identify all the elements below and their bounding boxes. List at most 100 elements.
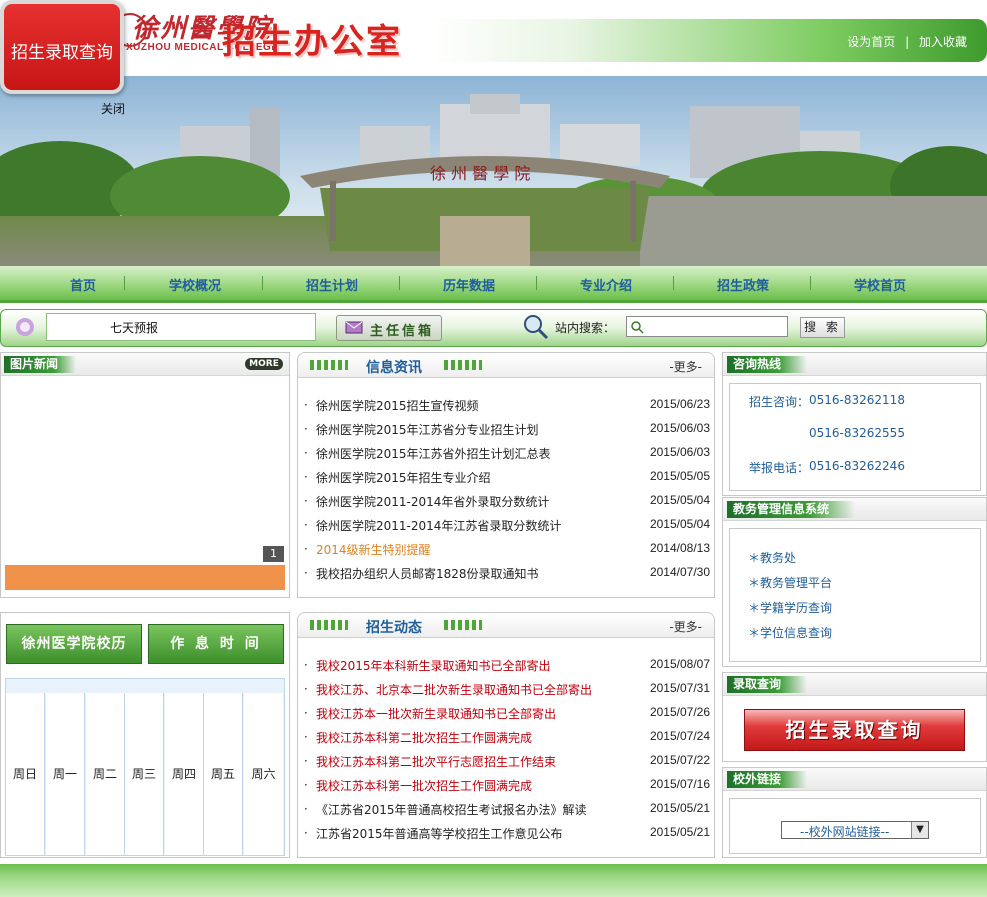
news-row[interactable]: · 我校2015年本科新生录取通知书已全部寄出 2015/08/07 (304, 652, 710, 676)
news-title[interactable]: 江苏省2015年普通高等学校招生工作意见公布 (316, 825, 563, 842)
calendar-weekday: 周五 (210, 767, 235, 781)
news-row[interactable]: · 我校江苏本一批次新生录取通知书已全部寄出 2015/07/26 (304, 700, 710, 724)
top-link-separator: | (905, 35, 910, 49)
floating-ad-close[interactable]: 关闭 (101, 100, 125, 117)
news-row[interactable]: · 《江苏省2015年普通高校招生考试报名办法》解读 2015/05/21 (304, 796, 710, 820)
news-title[interactable]: 2014级新生特别提醒 (316, 541, 431, 558)
admission-query-title: 录取查询 (727, 676, 808, 693)
news-title[interactable]: 徐州医学院2015招生宣传视频 (316, 397, 479, 414)
external-links-header: 校外链接 (723, 768, 986, 791)
report-label: 举报电话： (749, 461, 810, 475)
nav-separator (399, 276, 400, 290)
nav-separator (262, 276, 263, 290)
news-title[interactable]: 我校江苏本科第二批次招生工作圆满完成 (316, 729, 532, 746)
consult-phone: 0516-83262118 (809, 393, 905, 407)
news-title[interactable]: 我校江苏本科第二批次平行志愿招生工作结束 (316, 753, 556, 770)
news-title[interactable]: 我校2015年本科新生录取通知书已全部寄出 (316, 657, 551, 674)
nav-home[interactable]: 首页 (33, 275, 133, 294)
nav-school-overview[interactable]: 学校概况 (145, 275, 245, 294)
nav-majors[interactable]: 专业介绍 (556, 275, 656, 294)
floating-admission-query-ad[interactable]: 招生录取查询 (0, 0, 124, 94)
news-title[interactable]: 徐州医学院2015年招生专业介绍 (316, 469, 491, 486)
calendar-weekday: 周三 (131, 767, 156, 781)
news-row[interactable]: · 徐州医学院2011-2014年江苏省录取分数统计 2015/05/04 (304, 512, 710, 536)
news-title[interactable]: 我校江苏本一批次新生录取通知书已全部寄出 (316, 705, 556, 722)
news-title[interactable]: 徐州医学院2011-2014年江苏省录取分数统计 (316, 517, 561, 534)
campus-banner-image: 徐 州 醫 學 院 (0, 76, 987, 266)
news-row[interactable]: · 徐州医学院2011-2014年省外录取分数统计 2015/05/04 (304, 488, 710, 512)
news-date: 2015/07/31 (649, 681, 710, 695)
nav-enrollment-plan[interactable]: 招生计划 (282, 275, 382, 294)
mailbox-icon (345, 321, 363, 334)
news-row[interactable]: · 我校江苏本科第一批次招生工作圆满完成 2015/07/16 (304, 772, 710, 796)
news-title[interactable]: 我校江苏本科第一批次招生工作圆满完成 (316, 777, 532, 794)
set-homepage-link[interactable]: 设为首页 (847, 35, 895, 49)
news-date: 2015/07/24 (649, 729, 710, 743)
search-button[interactable]: 搜 索 (800, 317, 845, 338)
news-title[interactable]: 徐州医学院2011-2014年省外录取分数统计 (316, 493, 549, 510)
hotline-title: 咨询热线 (727, 356, 808, 373)
bullet: · (304, 542, 308, 556)
news-row[interactable]: · 徐州医学院2015招生宣传视频 2015/06/23 (304, 392, 710, 416)
news-row[interactable]: · 徐州医学院2015年招生专业介绍 2015/05/05 (304, 464, 710, 488)
admission-query-banner[interactable]: 招生录取查询 (744, 709, 965, 751)
schedule-button[interactable]: 作 息 时 间 (148, 624, 284, 664)
info-news-title: 信息资讯 (366, 360, 422, 376)
news-row[interactable]: · 我校江苏本科第二批次平行志愿招生工作结束 2015/07/22 (304, 748, 710, 772)
footer-bar (0, 864, 987, 897)
info-news-more-link[interactable]: -更多- (669, 358, 702, 375)
academic-system-title: 教务管理信息系统 (727, 501, 856, 518)
news-date: 2015/07/26 (649, 705, 710, 719)
photo-news-more-button[interactable]: MORE (245, 358, 283, 370)
news-date: 2015/07/16 (649, 777, 710, 791)
report-phone: 0516-83262246 (809, 459, 905, 473)
external-links-select-value: --校外网站链接-- (800, 825, 890, 839)
school-calendar-button[interactable]: 徐州医学院校历 (6, 624, 142, 664)
news-row[interactable]: · 徐州医学院2015年江苏省分专业招生计划 2015/06/03 (304, 416, 710, 440)
news-row[interactable]: · 江苏省2015年普通高等学校招生工作意见公布 2015/05/21 (304, 820, 710, 844)
bullet: · (304, 754, 308, 768)
nav-enrollment-policy[interactable]: 招生政策 (693, 275, 793, 294)
news-title[interactable]: 我校招办组织人员邮寄1828份录取通知书 (316, 565, 539, 582)
photo-news-slideshow[interactable] (5, 385, 285, 563)
top-links: 设为首页 | 加入收藏 (847, 33, 967, 50)
admission-news-title: 招生动态 (366, 620, 422, 636)
director-mailbox-label: 主任信箱 (370, 324, 435, 339)
news-row[interactable]: · 我校江苏、北京本二批次新生录取通知书已全部寄出 2015/07/31 (304, 676, 710, 700)
header-decoration (444, 620, 482, 630)
news-date: 2015/06/03 (649, 421, 710, 435)
search-field-icon (631, 321, 644, 334)
nav-historical-data[interactable]: 历年数据 (419, 275, 519, 294)
calendar-weekday: 周六 (251, 767, 276, 781)
weather-ticker-text[interactable]: 七天预报 (110, 319, 158, 336)
news-title[interactable]: 徐州医学院2015年江苏省分专业招生计划 (316, 421, 539, 438)
degree-query-link[interactable]: ＊学位信息查询 (748, 624, 832, 641)
news-row[interactable]: · 我校招办组织人员邮寄1828份录取通知书 2014/07/30 (304, 560, 710, 584)
site-search-input[interactable] (626, 316, 788, 337)
academic-office-link[interactable]: ＊教务处 (748, 549, 796, 566)
nav-school-homepage[interactable]: 学校首页 (830, 275, 930, 294)
admission-news-more-link[interactable]: -更多- (669, 618, 702, 635)
bullet: · (304, 566, 308, 580)
news-title[interactable]: 徐州医学院2015年江苏省外招生计划汇总表 (316, 445, 551, 462)
news-title[interactable]: 《江苏省2015年普通高校招生考试报名办法》解读 (316, 801, 587, 818)
news-row[interactable]: · 我校江苏本科第二批次招生工作圆满完成 2015/07/24 (304, 724, 710, 748)
admission-news-panel: 招生动态 -更多- · 我校2015年本科新生录取通知书已全部寄出 2015/08/… (297, 612, 715, 858)
slideshow-page-indicator[interactable]: 1 (263, 546, 284, 562)
add-favorite-link[interactable]: 加入收藏 (919, 35, 967, 49)
chevron-down-icon: ▼ (911, 822, 928, 838)
slideshow-caption-bar (5, 565, 285, 590)
news-date: 2015/05/04 (649, 493, 710, 507)
bullet: · (304, 518, 308, 532)
news-date: 2015/05/21 (649, 801, 710, 815)
external-links-select[interactable]: --校外网站链接-- ▼ (781, 821, 929, 839)
weather-ticker-box (46, 313, 316, 341)
magnifier-icon (524, 315, 549, 340)
news-title[interactable]: 我校江苏、北京本二批次新生录取通知书已全部寄出 (316, 681, 592, 698)
student-status-query-link[interactable]: ＊学籍学历查询 (748, 599, 832, 616)
header-decoration (444, 360, 482, 370)
news-row[interactable]: · 徐州医学院2015年江苏省外招生计划汇总表 2015/06/03 (304, 440, 710, 464)
academic-platform-link[interactable]: ＊教务管理平台 (748, 574, 832, 591)
bullet: · (304, 658, 308, 672)
news-row[interactable]: · 2014级新生特别提醒 2014/08/13 (304, 536, 710, 560)
